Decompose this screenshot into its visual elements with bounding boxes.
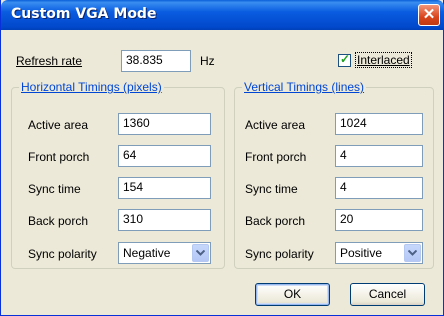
close-button[interactable]: ✕ — [418, 4, 440, 26]
v-sync-time-input[interactable]: 4 — [335, 177, 423, 199]
chevron-down-icon[interactable] — [404, 244, 421, 262]
interlaced-label[interactable]: Interlaced — [355, 52, 412, 68]
chevron-down-icon[interactable] — [192, 244, 209, 262]
horizontal-timings-title: Horizontal Timings (pixels) — [19, 80, 164, 94]
v-sync-polarity-label: Sync polarity — [245, 247, 314, 261]
h-active-area-input[interactable]: 1360 — [118, 113, 211, 135]
v-active-area-label: Active area — [245, 118, 306, 132]
v-back-porch-input[interactable]: 20 — [335, 209, 423, 231]
h-sync-polarity-select[interactable]: Negative — [118, 242, 211, 264]
v-back-porch-label: Back porch — [245, 214, 306, 228]
v-active-area-input[interactable]: 1024 — [335, 113, 423, 135]
v-sync-polarity-value: Positive — [340, 246, 383, 260]
v-sync-time-label: Sync time — [245, 182, 298, 196]
vertical-timings-title: Vertical Timings (lines) — [242, 80, 367, 94]
refresh-rate-unit: Hz — [200, 54, 215, 68]
ok-button[interactable]: OK — [255, 283, 330, 306]
h-sync-time-input[interactable]: 154 — [118, 177, 211, 199]
h-front-porch-label: Front porch — [28, 150, 90, 164]
h-sync-time-label: Sync time — [28, 182, 81, 196]
interlaced-checkbox[interactable]: ✓ — [338, 52, 351, 67]
h-active-area-label: Active area — [28, 118, 89, 132]
v-front-porch-input[interactable]: 4 — [335, 145, 423, 167]
v-front-porch-label: Front porch — [245, 150, 307, 164]
close-icon: ✕ — [422, 6, 436, 23]
title-bar[interactable]: Custom VGA Mode ✕ — [1, 0, 444, 30]
refresh-rate-input[interactable]: 38.835 — [121, 50, 191, 72]
h-sync-polarity-value: Negative — [123, 246, 171, 260]
checkmark-icon: ✓ — [340, 52, 351, 66]
refresh-rate-label: Refresh rate — [16, 54, 83, 68]
cancel-button[interactable]: Cancel — [350, 283, 425, 306]
h-front-porch-input[interactable]: 64 — [118, 145, 211, 167]
custom-vga-mode-dialog: Custom VGA Mode ✕ Refresh rate 38.835 Hz… — [0, 0, 444, 316]
h-sync-polarity-label: Sync polarity — [28, 247, 97, 261]
v-sync-polarity-select[interactable]: Positive — [335, 242, 423, 264]
h-back-porch-label: Back porch — [28, 214, 89, 228]
window-title: Custom VGA Mode — [11, 6, 157, 22]
h-back-porch-input[interactable]: 310 — [118, 209, 211, 231]
